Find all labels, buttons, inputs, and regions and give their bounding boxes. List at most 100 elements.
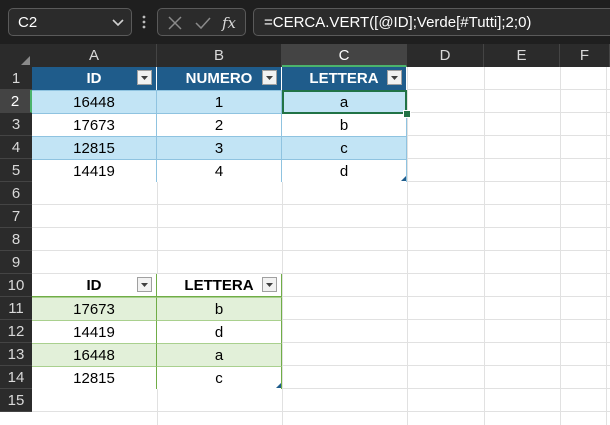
filter-dropdown-button[interactable] (262, 277, 277, 292)
table-cell[interactable]: 14419 (32, 159, 157, 182)
select-all-button[interactable] (0, 44, 32, 67)
table-header-cell[interactable]: ID (32, 67, 157, 90)
column-header-label: D (439, 47, 451, 64)
table-cell[interactable]: 1 (157, 90, 282, 113)
row-header-15[interactable]: 15 (0, 389, 32, 412)
fill-handle[interactable] (403, 110, 411, 118)
table-cell[interactable]: a (157, 343, 282, 366)
row-header-14[interactable]: 14 (0, 366, 32, 389)
table-cell[interactable]: 17673 (32, 113, 157, 136)
svg-text:fx: fx (221, 14, 237, 32)
row-header-12[interactable]: 12 (0, 320, 32, 343)
row-header-label: 5 (11, 162, 21, 179)
row-header-label: 14 (7, 369, 25, 386)
row-header-13[interactable]: 13 (0, 343, 32, 366)
table-cell[interactable]: 3 (157, 136, 282, 159)
table-header-label: ID (86, 70, 102, 87)
filter-dropdown-button[interactable] (137, 70, 152, 85)
table-cell[interactable]: d (157, 320, 282, 343)
cell-value: 16448 (73, 94, 115, 111)
table-cell[interactable]: 2 (157, 113, 282, 136)
row-header-label: 9 (11, 254, 21, 271)
formula-input[interactable]: =CERCA.VERT([@ID];Verde[#Tutti];2;0) (253, 8, 610, 36)
row-header-label: 3 (11, 116, 21, 133)
table-cell[interactable]: b (282, 113, 407, 136)
table-cell[interactable]: 16448 (32, 343, 157, 366)
table-header-cell[interactable]: NUMERO (157, 67, 282, 90)
cell-value: 14419 (73, 324, 115, 341)
name-box[interactable]: C2 (8, 8, 132, 36)
table-cell[interactable]: 4 (157, 159, 282, 182)
row-header-6[interactable]: 6 (0, 182, 32, 205)
spreadsheet-grid: ABCDEF 1 2 3 4 5 6 7 8 9 10 11 12 13 14 15 ID NUMERO LET… (0, 44, 610, 425)
row-header-9[interactable]: 9 (0, 251, 32, 274)
table-cell[interactable]: d (282, 159, 407, 182)
table-header-cell[interactable]: LETTERA (282, 67, 407, 90)
column-header-label: A (88, 47, 99, 64)
row-header-10[interactable]: 10 (0, 274, 32, 297)
row-header-label: 2 (10, 93, 20, 110)
filter-dropdown-icon (266, 76, 273, 80)
table-header-label: ID (86, 277, 102, 294)
cell-value: 1 (214, 94, 224, 111)
table-header-cell[interactable]: ID (32, 274, 157, 297)
table-cell[interactable]: c (282, 136, 407, 159)
gridline-vertical (484, 67, 485, 425)
row-header-label: 12 (7, 323, 25, 340)
table-cell[interactable]: 14419 (32, 320, 157, 343)
filter-dropdown-button[interactable] (262, 70, 277, 85)
column-header-f[interactable]: F (560, 44, 610, 67)
table-cell[interactable]: 16448 (32, 90, 157, 113)
table-cell[interactable]: 12815 (32, 136, 157, 159)
row-header-label: 15 (7, 392, 25, 409)
table-cell[interactable]: a (282, 90, 407, 113)
cell-value: 2 (214, 117, 224, 134)
gridline-vertical (606, 67, 607, 425)
row-header-label: 1 (11, 70, 21, 87)
gridline-horizontal (32, 204, 610, 205)
insert-function-icon[interactable]: fx (221, 14, 241, 32)
cell-value: c (340, 140, 348, 157)
row-header-label: 8 (11, 231, 21, 248)
cell-value: d (339, 163, 349, 180)
row-header-3[interactable]: 3 (0, 113, 32, 136)
table-cell[interactable]: b (157, 297, 282, 320)
table-resize-icon[interactable] (276, 383, 281, 388)
row-header-1[interactable]: 1 (0, 67, 32, 90)
row-header-4[interactable]: 4 (0, 136, 32, 159)
filter-dropdown-icon (141, 76, 148, 80)
gridline-vertical (560, 67, 561, 425)
cancel-icon[interactable] (166, 14, 184, 32)
formula-actions: fx (157, 8, 246, 36)
row-header-7[interactable]: 7 (0, 205, 32, 228)
cell-value: b (339, 117, 349, 134)
more-vertical-icon[interactable] (141, 14, 147, 30)
column-header-d[interactable]: D (407, 44, 484, 67)
column-header-b[interactable]: B (157, 44, 282, 67)
filter-dropdown-icon (141, 283, 148, 287)
column-header-e[interactable]: E (484, 44, 560, 67)
table-cell[interactable]: 17673 (32, 297, 157, 320)
chevron-down-icon[interactable] (109, 13, 127, 31)
row-header-5[interactable]: 5 (0, 159, 32, 182)
column-header-a[interactable]: A (32, 44, 157, 67)
table-header-label: LETTERA (184, 277, 254, 294)
filter-dropdown-button[interactable] (387, 70, 402, 85)
gridline-horizontal (32, 250, 610, 251)
row-header-8[interactable]: 8 (0, 228, 32, 251)
formula-bar: C2 fx =CERCA.VERT([@ID];Verde[#Tutti];2;… (0, 0, 610, 44)
cell-value: d (214, 324, 224, 341)
select-all-icon (21, 56, 30, 65)
row-header-11[interactable]: 11 (0, 297, 32, 320)
filter-dropdown-button[interactable] (137, 277, 152, 292)
table-cell[interactable]: c (157, 366, 282, 389)
cell-value: a (339, 94, 349, 111)
row-header-2[interactable]: 2 (0, 90, 32, 113)
table-cell[interactable]: 12815 (32, 366, 157, 389)
column-header-c[interactable]: C (282, 44, 407, 67)
filter-dropdown-icon (266, 283, 273, 287)
enter-check-icon[interactable] (194, 14, 212, 32)
table-resize-icon[interactable] (401, 176, 406, 181)
table-header-cell[interactable]: LETTERA (157, 274, 282, 297)
table-header-label: NUMERO (185, 70, 253, 87)
